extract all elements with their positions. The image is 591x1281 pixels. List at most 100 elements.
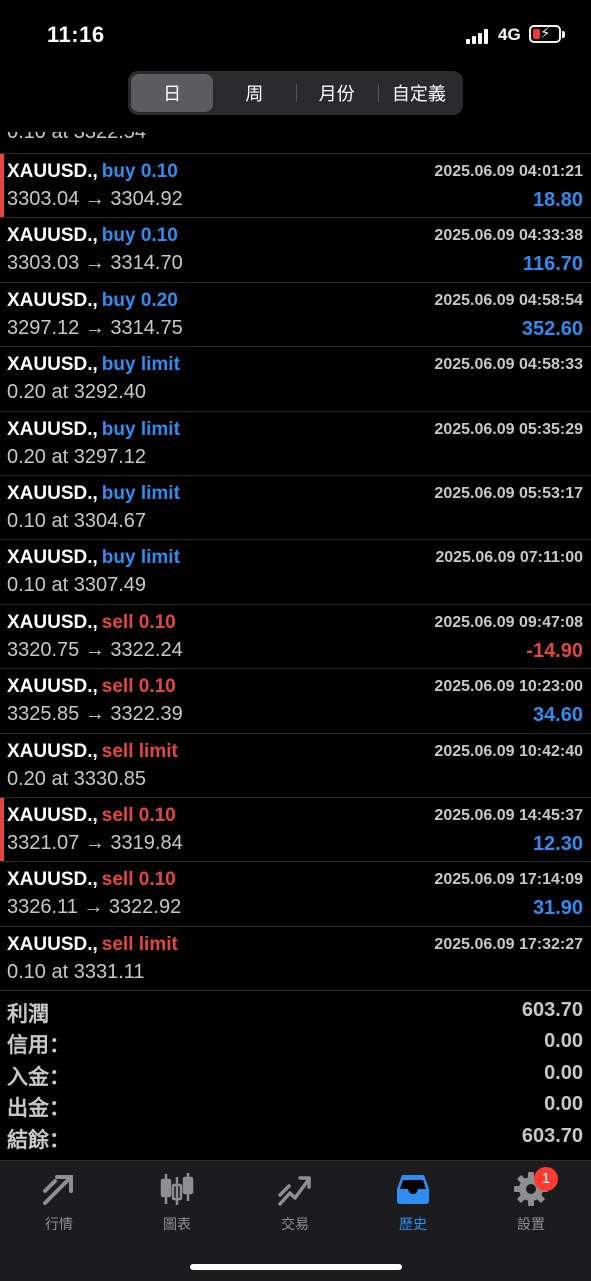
row-profit: -14.90 [526, 639, 583, 662]
row-title: XAUUSD., buy limit [7, 483, 180, 505]
segment-day[interactable]: 日 [131, 74, 214, 112]
tab-quotes[interactable]: 行情 [9, 1169, 109, 1239]
history-row[interactable]: XAUUSD., buy 0.20 2025.06.09 04:58:54 3297.… [0, 283, 591, 348]
row-separator: , [92, 804, 98, 826]
tab-bar: 行情 圖表 交易 歷史 1 設置 [0, 1160, 591, 1281]
status-bar: 11:16 4G ⚡ [0, 0, 591, 68]
row-datetime: 2025.06.09 17:32:27 [434, 935, 583, 953]
row-symbol: XAUUSD. [7, 611, 93, 633]
row-symbol: XAUUSD. [7, 933, 93, 955]
row-title: XAUUSD., sell 0.10 [7, 612, 176, 634]
tab-history[interactable]: 歷史 [363, 1169, 463, 1239]
summary-row: 結餘： 603.70 [0, 1122, 591, 1153]
history-row[interactable]: XAUUSD., buy limit 2025.06.09 07:11:00 0.10… [0, 540, 591, 605]
history-row[interactable]: XAUUSD., sell limit 2025.06.09 10:42:40 0.2… [0, 734, 591, 798]
row-action: buy limit [101, 482, 180, 504]
segment-custom[interactable]: 自定義 [377, 74, 460, 112]
history-row[interactable]: XAUUSD., sell 0.10 2025.06.09 17:14:09 3326… [0, 862, 591, 927]
row-datetime: 2025.06.09 10:42:40 [434, 742, 583, 760]
row-action: buy limit [101, 354, 180, 376]
row-detail: 0.10 at 3331.11 [7, 960, 145, 983]
row-action: buy limit [101, 418, 180, 440]
row-detail: 0.20 at 3292.40 [7, 381, 147, 404]
row-separator: , [92, 482, 98, 504]
row-profit: 18.80 [532, 189, 583, 211]
row-datetime: 2025.06.09 04:58:33 [434, 356, 583, 374]
row-detail: 0.20 at 3297.12 [7, 445, 147, 468]
tab-chart-label: 圖表 [163, 1216, 191, 1232]
row-detail: 3321.07 → 3319.84 [7, 831, 183, 854]
summary-row: 出金： 0.00 [0, 1090, 591, 1121]
trade-trend-icon [278, 1176, 311, 1206]
summary-row: 信用： 0.00 [0, 1027, 591, 1058]
row-detail: 0.20 at 3330.85 [7, 767, 147, 790]
row-action: sell 0.10 [101, 676, 176, 698]
tab-trade[interactable]: 交易 [245, 1169, 345, 1239]
row-datetime: 2025.06.09 14:45:37 [434, 806, 583, 824]
history-row[interactable]: XAUUSD., sell 0.10 2025.06.09 10:23:00 3325… [0, 669, 591, 734]
tab-settings-label: 設置 [517, 1216, 545, 1232]
row-datetime: 2025.06.09 04:58:54 [434, 291, 583, 309]
row-title: XAUUSD., buy limit [7, 419, 180, 441]
row-symbol: XAUUSD. [7, 225, 93, 247]
row-symbol: XAUUSD. [7, 804, 93, 826]
row-profit: 31.90 [532, 897, 583, 920]
segment-month[interactable]: 月份 [295, 74, 378, 112]
row-detail: 3320.75 → 3322.24 [7, 638, 183, 661]
row-symbol: XAUUSD. [7, 547, 93, 569]
history-row[interactable]: XAUUSD., sell limit 2025.06.09 17:32:27 0.1… [0, 927, 591, 992]
row-datetime: 2025.06.09 05:35:29 [434, 420, 583, 438]
row-detail: 0.10 at 3304.67 [7, 509, 147, 532]
tab-trade-label: 交易 [281, 1216, 309, 1232]
row-symbol: XAUUSD. [7, 354, 93, 376]
account-summary: 利潤 603.70 信用： 0.00 入金： 0.00 出金： 0.00 結餘： 603.70 [0, 996, 591, 1153]
tab-settings[interactable]: 1 設置 [481, 1167, 581, 1239]
battery-icon: ⚡ [529, 25, 565, 43]
row-action: sell 0.10 [101, 804, 176, 826]
candlestick-chart-icon [160, 1173, 194, 1205]
row-symbol: XAUUSD. [7, 869, 93, 891]
row-symbol: XAUUSD. [7, 740, 93, 762]
history-row[interactable]: XAUUSD., sell 0.10 2025.06.09 14:45:37 3321… [0, 797, 591, 863]
summary-row: 入金： 0.00 [0, 1059, 591, 1090]
history-row[interactable]: XAUUSD., sell 0.10 2025.06.09 09:47:08 3320… [0, 605, 591, 670]
summary-label: 出金： [7, 1097, 70, 1121]
history-row[interactable]: XAUUSD., buy limit 2025.06.09 04:58:33 0.20… [0, 347, 591, 412]
row-separator: , [92, 418, 98, 440]
tab-history-label: 歷史 [399, 1216, 427, 1232]
history-row[interactable]: XAUUSD., buy limit 2025.06.09 05:53:17 0.10… [0, 476, 591, 541]
summary-value: 0.00 [544, 1030, 583, 1053]
row-symbol: XAUUSD. [7, 482, 93, 504]
row-detail: 3303.03 → 3314.70 [7, 252, 183, 275]
history-row[interactable]: XAUUSD., buy 0.10 2025.06.09 04:01:21 3303.… [0, 154, 591, 219]
row-detail: 3325.85 → 3322.39 [7, 703, 183, 726]
row-marker [0, 797, 4, 862]
period-segmented-control: 日 周 月份 自定義 [128, 71, 463, 115]
row-action: sell 0.10 [101, 869, 176, 891]
row-title: XAUUSD., sell limit [7, 741, 178, 763]
row-separator: , [92, 289, 98, 311]
row-title: XAUUSD., buy 0.10 [7, 225, 178, 247]
row-action: buy 0.10 [101, 225, 178, 247]
row-action: sell limit [101, 740, 178, 762]
history-inbox-icon [397, 1175, 429, 1204]
summary-label: 入金： [7, 1065, 70, 1089]
row-separator: , [92, 869, 98, 891]
summary-value: 0.00 [544, 1061, 583, 1084]
history-row[interactable]: XAUUSD., buy 0.10 2025.06.09 04:33:38 3303.… [0, 218, 591, 283]
segment-week[interactable]: 周 [213, 74, 295, 112]
history-row[interactable]: XAUUSD., buy limit 2025.06.09 05:35:29 0.20… [0, 412, 591, 476]
row-datetime: 2025.06.09 09:47:08 [434, 613, 583, 631]
row-profit: 116.70 [522, 253, 583, 276]
tab-chart[interactable]: 圖表 [127, 1169, 227, 1239]
row-symbol: XAUUSD. [7, 161, 93, 182]
tab-quotes-label: 行情 [45, 1216, 73, 1232]
row-action: sell limit [101, 933, 178, 955]
row-profit: 34.60 [532, 704, 583, 727]
row-title: XAUUSD., sell 0.10 [7, 676, 176, 698]
history-list[interactable]: 0.10 at 3322.54 XAUUSD., buy 0.10 2025.06.0… [0, 120, 591, 992]
row-separator: , [92, 611, 98, 633]
row-separator: , [92, 161, 98, 182]
row-detail: 0.10 at 3307.49 [7, 574, 147, 597]
row-detail: 3303.04 → 3304.92 [7, 188, 183, 210]
